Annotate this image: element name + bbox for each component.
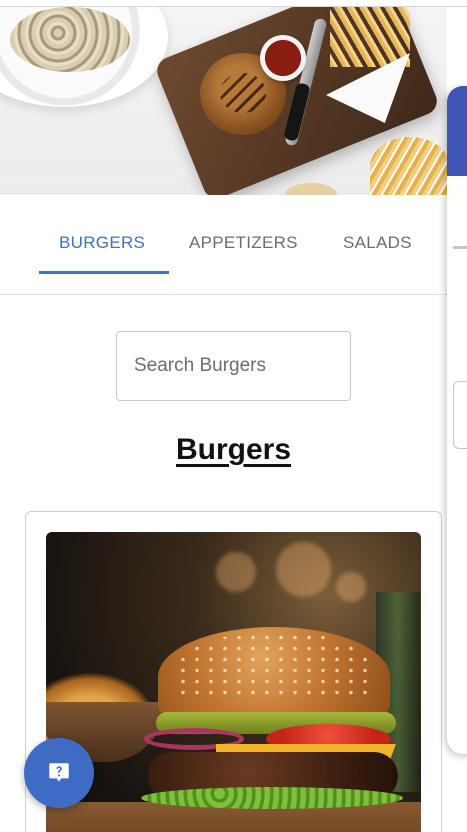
bokeh-light: [336, 572, 366, 602]
fries-bowl: [370, 137, 447, 195]
tab-appetizers[interactable]: APPETIZERS: [189, 233, 298, 253]
category-tabs: BURGERS APPETIZERS SALADS: [0, 195, 447, 295]
bokeh-light: [216, 552, 256, 592]
tab-burgers[interactable]: BURGERS: [59, 233, 145, 253]
hero-banner-image: [0, 7, 447, 195]
drink-cup: [285, 183, 337, 195]
search-input[interactable]: [117, 332, 350, 400]
active-tab-indicator: [39, 271, 169, 274]
pasta: [10, 7, 130, 72]
grill-marks: [220, 73, 266, 113]
help-button[interactable]: [24, 738, 94, 808]
bokeh-light: [276, 542, 331, 597]
lettuce: [141, 787, 403, 809]
search-box: [116, 331, 351, 401]
section-title: Burgers: [175, 433, 292, 466]
top-border: [0, 0, 467, 7]
ketchup-ramekin: [260, 35, 306, 81]
tab-salads[interactable]: SALADS: [343, 233, 412, 253]
sesame-seeds: [176, 632, 376, 702]
help-chat-icon: [49, 763, 69, 782]
drawer-input[interactable]: [453, 381, 467, 449]
drawer-header: [447, 86, 467, 176]
side-drawer[interactable]: [447, 86, 467, 754]
drawer-divider: [453, 246, 467, 249]
fries-basket: [330, 7, 410, 67]
burger-photo: [46, 532, 421, 832]
